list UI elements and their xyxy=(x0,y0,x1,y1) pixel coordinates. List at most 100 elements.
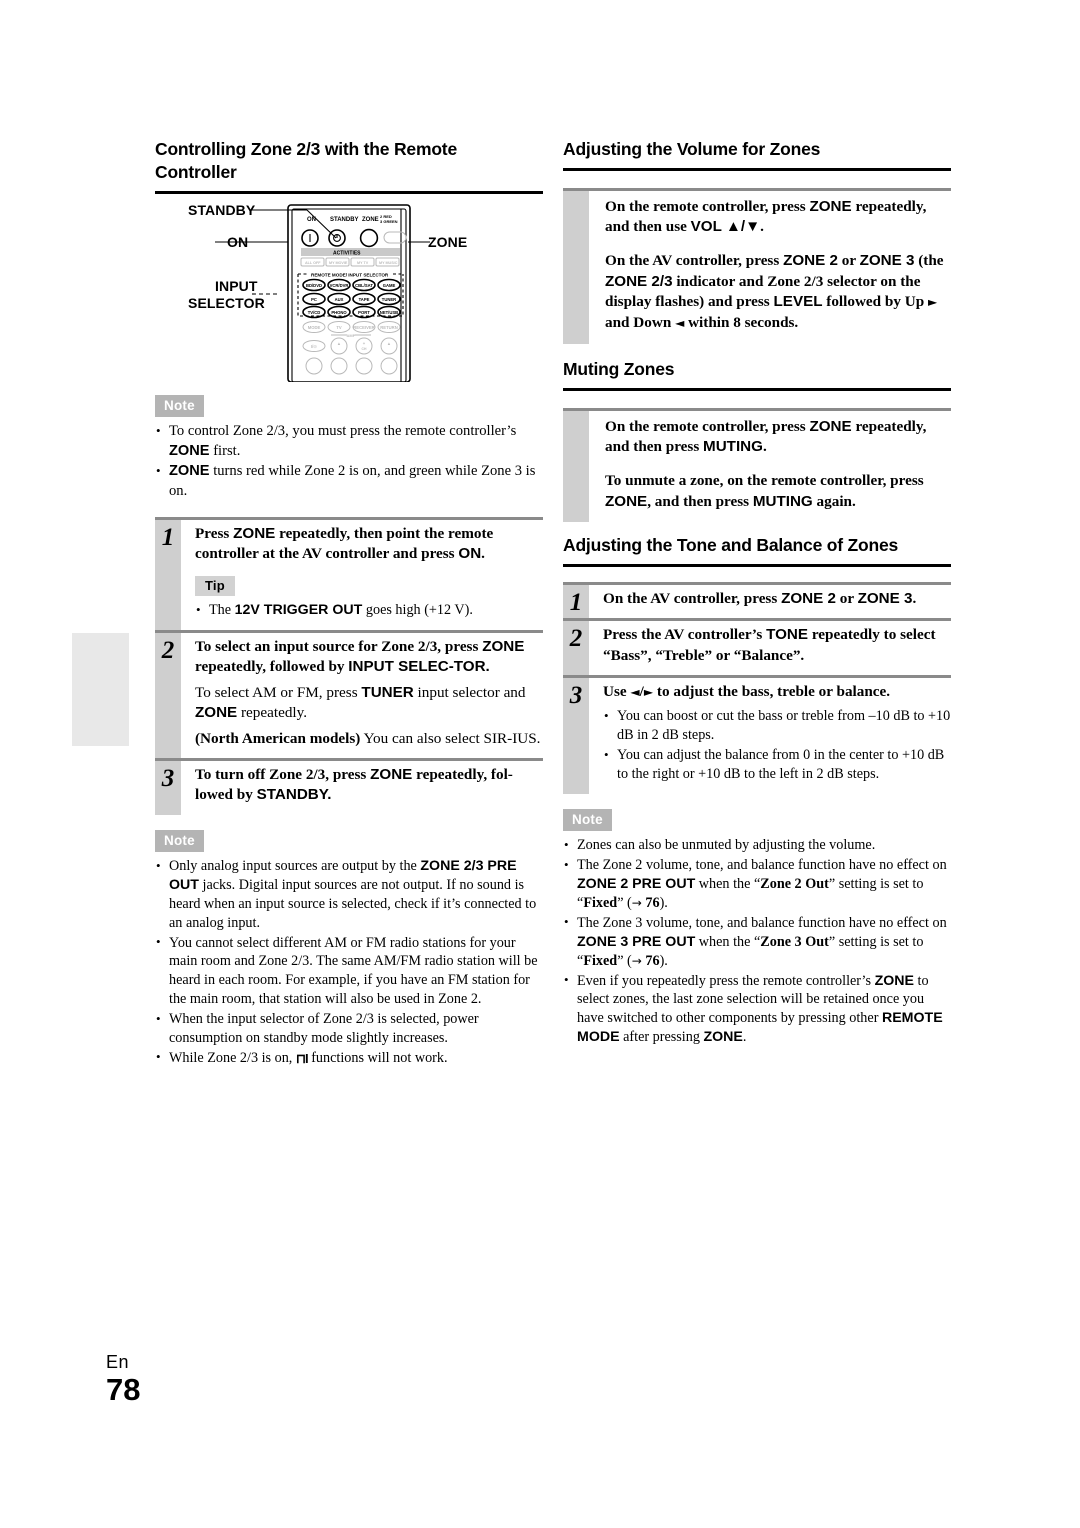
callout-standby: STANDBY xyxy=(188,202,256,218)
svg-text:MY MOVIE: MY MOVIE xyxy=(329,261,348,265)
svg-text:CBL/SAT: CBL/SAT xyxy=(355,283,373,288)
svg-text:I/☉: I/☉ xyxy=(311,344,317,349)
list-item: You can adjust the balance from 0 in the… xyxy=(603,746,951,784)
section-heading-tone-balance: Adjusting the Tone and Balance of Zones xyxy=(563,535,899,556)
svg-text:TUNER: TUNER xyxy=(382,297,396,302)
note-bullet-list: Only analog input sources are output by … xyxy=(155,857,543,1068)
note-badge: Note xyxy=(155,394,204,417)
note-block-1: Note To control Zone 2/3, you must press… xyxy=(155,394,543,502)
list-item: You cannot select different AM or FM rad… xyxy=(155,933,543,1010)
tip-badge: Tip xyxy=(195,576,235,597)
svg-text:ACTIVITIES: ACTIVITIES xyxy=(333,251,361,257)
section-heading-muting: Muting Zones xyxy=(563,358,675,379)
instruction-content: On the remote controller, press ZONE rep… xyxy=(589,191,951,344)
svg-text:PHONO: PHONO xyxy=(331,310,347,315)
svg-text:TV: TV xyxy=(336,325,342,330)
list-item: While Zone 2/3 is on, ⊓I functions will … xyxy=(155,1048,543,1068)
step-number: 3 xyxy=(155,760,181,815)
thumb-index-tab xyxy=(72,633,129,746)
note-block-2: Note Only analog input sources are outpu… xyxy=(155,829,543,1068)
step-number: 2 xyxy=(155,633,181,758)
svg-text:ZONE: ZONE xyxy=(362,217,379,223)
step-row: 2 Press the AV controller’s TONE repeate… xyxy=(563,618,951,676)
heading-rule xyxy=(563,563,951,567)
svg-text:ALL OFF: ALL OFF xyxy=(305,261,321,265)
svg-text:BD/DVD: BD/DVD xyxy=(306,283,322,288)
svg-text:GAME: GAME xyxy=(383,283,396,288)
step-number: 2 xyxy=(563,621,589,676)
callout-zone: ZONE xyxy=(428,234,468,250)
svg-text:PORT: PORT xyxy=(358,310,370,315)
tip-block: Tip The 12V TRIGGER OUT goes high (+12 V… xyxy=(195,576,543,620)
svg-text:RETURN: RETURN xyxy=(380,325,397,330)
svg-text:+: + xyxy=(363,341,366,346)
step-instruction: On the AV controller, press ZONE 2 or ZO… xyxy=(603,589,917,607)
svg-text:▲: ▲ xyxy=(337,341,341,346)
page-footer: En 78 xyxy=(106,1352,140,1407)
step-row: 1 Press ZONE repeatedly, then point the … xyxy=(155,516,543,631)
step-number: 1 xyxy=(563,584,589,619)
instruction-bar xyxy=(563,410,589,523)
svg-text:STANDBY: STANDBY xyxy=(330,217,359,223)
language-label: En xyxy=(106,1352,130,1372)
step-row: 2 To select an input source for Zone 2/3… xyxy=(155,630,543,758)
remote-diagram-svg: .rl { fill:none; stroke:#000; stroke-wid… xyxy=(215,204,430,383)
list-item: Only analog input sources are output by … xyxy=(155,857,543,933)
steps-list-left: 1 Press ZONE repeatedly, then point the … xyxy=(155,516,543,815)
svg-text:ON: ON xyxy=(307,217,316,223)
instruction-paragraph: On the AV controller, press ZONE 2 or ZO… xyxy=(605,252,944,332)
heading-rule xyxy=(563,387,951,391)
heading-rule xyxy=(563,167,951,171)
instruction-paragraph: On the remote controller, press ZONE rep… xyxy=(605,417,927,456)
note-badge: Note xyxy=(155,829,204,853)
step-content: Use ◄/► to adjust the bass, treble or ba… xyxy=(589,678,951,794)
step-instruction: To turn off Zone 2/3, press ZONE repeate… xyxy=(195,765,513,804)
right-column: Adjusting the Volume for Zones On the re… xyxy=(563,138,951,1048)
note-badge: Note xyxy=(563,808,612,832)
instruction-paragraph: On the remote controller, press ZONE rep… xyxy=(605,197,927,236)
step-number: 3 xyxy=(563,678,589,794)
svg-text:CH: CH xyxy=(362,347,367,351)
svg-text:▲: ▲ xyxy=(387,341,391,346)
manual-page: Controlling Zone 2/3 with the Remote Con… xyxy=(0,0,1080,1528)
svg-text:TAPE: TAPE xyxy=(359,297,370,302)
svg-text:AMP: AMP xyxy=(347,333,356,338)
step-row: 1 On the AV controller, press ZONE 2 or … xyxy=(563,581,951,619)
svg-text:3 GREEN: 3 GREEN xyxy=(380,219,398,224)
step-row: 3 Use ◄/► to adjust the bass, treble or … xyxy=(563,675,951,794)
step-content: Press the AV controller’s TONE repeatedl… xyxy=(589,621,951,675)
step-content: Press ZONE repeatedly, then point the re… xyxy=(181,520,543,631)
step-bullet-list: You can boost or cut the bass or treble … xyxy=(603,707,951,784)
instruction-paragraph: To unmute a zone, on the remote controll… xyxy=(605,471,924,510)
ri-icon: ⊓I xyxy=(295,1050,309,1066)
step-instruction: Use ◄/► to adjust the bass, treble or ba… xyxy=(603,683,891,701)
note-bullet-list: Zones can also be unmuted by adjusting t… xyxy=(563,836,951,1047)
svg-text:PC: PC xyxy=(311,297,317,302)
svg-text:REMOTE MODE/ INPUT SELECTOR: REMOTE MODE/ INPUT SELECTOR xyxy=(311,273,389,278)
list-item: ZONE turns red while Zone 2 is on, and g… xyxy=(155,462,543,501)
step-number: 1 xyxy=(155,519,181,631)
list-item: You can boost or cut the bass or treble … xyxy=(603,707,951,745)
svg-text:MY TV: MY TV xyxy=(357,261,369,265)
tip-bullet-list: The 12V TRIGGER OUT goes high (+12 V). xyxy=(195,601,543,620)
list-item: The Zone 3 volume, tone, and balance fun… xyxy=(563,913,951,971)
step-instruction: To select an input source for Zone 2/3, … xyxy=(195,638,525,676)
svg-text:MY MUSIC: MY MUSIC xyxy=(379,261,398,265)
section-heading-controlling-zone: Controlling Zone 2/3 with the Remote Con… xyxy=(155,139,457,182)
list-item: Zones can also be unmuted by adjusting t… xyxy=(563,836,951,855)
callout-on: ON xyxy=(227,234,249,250)
step-instruction: Press the AV controller’s TONE repeatedl… xyxy=(603,626,936,664)
svg-text:MODE: MODE xyxy=(308,325,321,330)
list-item: To control Zone 2/3, you must press the … xyxy=(155,421,543,461)
callout-selector: SELECTOR xyxy=(188,295,265,311)
instruction-bar xyxy=(563,190,589,344)
step-content: To turn off Zone 2/3, press ZONE repeate… xyxy=(181,761,543,815)
note-block-right: Note Zones can also be unmuted by adjust… xyxy=(563,808,951,1047)
step-subtext: (North American models) You can also sel… xyxy=(195,729,541,747)
list-item: When the input selector of Zone 2/3 is s… xyxy=(155,1010,543,1048)
callout-input: INPUT xyxy=(215,278,258,294)
svg-text:VCR/DVR: VCR/DVR xyxy=(330,283,349,288)
svg-text:AUX: AUX xyxy=(335,297,344,302)
